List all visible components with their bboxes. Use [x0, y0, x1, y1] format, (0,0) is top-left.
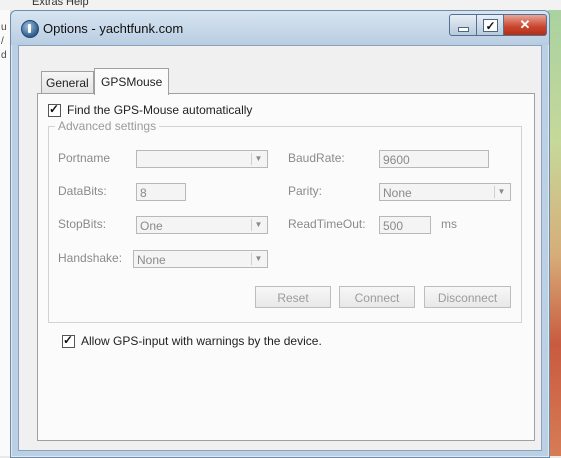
background-letter: /: [1, 36, 4, 47]
portname-label: Portname: [58, 151, 111, 165]
minimize-icon: [457, 26, 469, 32]
stopbits-value: One: [140, 219, 163, 233]
app-icon: [21, 20, 39, 38]
maximize-icon: [482, 18, 498, 33]
allow-warnings-checkbox[interactable]: Allow GPS-input with warnings by the dev…: [62, 333, 322, 348]
tab-general[interactable]: General: [41, 71, 94, 94]
databits-field[interactable]: 8: [136, 183, 186, 201]
stopbits-combobox[interactable]: One ▼: [136, 216, 268, 234]
tab-gpsmouse[interactable]: GPSMouse: [94, 68, 170, 95]
auto-find-label: Find the GPS-Mouse automatically: [67, 103, 253, 117]
close-icon: ✕: [519, 17, 531, 32]
disconnect-button[interactable]: Disconnect: [424, 286, 511, 308]
readtimeout-unit: ms: [441, 217, 457, 231]
reset-button[interactable]: Reset: [255, 286, 331, 308]
maximize-button[interactable]: [476, 14, 504, 36]
close-button[interactable]: ✕: [503, 14, 547, 36]
background-menubar: Extras Help: [0, 0, 561, 10]
background-menu-help[interactable]: Help: [66, 0, 89, 8]
advanced-settings-legend: Advanced settings: [55, 119, 160, 133]
checkbox-checked-icon: [62, 333, 75, 348]
chevron-down-icon[interactable]: ▼: [494, 186, 508, 198]
parity-label: Parity:: [288, 184, 323, 198]
parity-combobox[interactable]: None ▼: [379, 183, 511, 201]
options-window: Options - yachtfunk.com ✕ General GPSMou…: [10, 10, 550, 458]
background-letter: u: [1, 22, 7, 33]
readtimeout-label: ReadTimeOut:: [288, 217, 366, 231]
minimize-button[interactable]: [449, 14, 477, 36]
window-title: Options - yachtfunk.com: [43, 21, 184, 36]
gpsmouse-tab-panel: Find the GPS-Mouse automatically Advance…: [37, 93, 535, 441]
connect-button[interactable]: Connect: [339, 286, 415, 308]
allow-warnings-label: Allow GPS-input with warnings by the dev…: [81, 334, 322, 348]
auto-find-checkbox[interactable]: Find the GPS-Mouse automatically: [48, 102, 253, 117]
handshake-value: None: [137, 253, 166, 267]
advanced-settings-group: Advanced settings Portname ▼ BaudRate: 9…: [48, 119, 522, 323]
chevron-down-icon[interactable]: ▼: [251, 153, 265, 165]
portname-combobox[interactable]: ▼: [136, 150, 268, 168]
title-bar[interactable]: Options - yachtfunk.com ✕: [11, 11, 549, 45]
dialog-client-area: General GPSMouse Find the GPS-Mouse auto…: [18, 45, 542, 451]
chevron-down-icon[interactable]: ▼: [251, 219, 265, 231]
baudrate-label: BaudRate:: [288, 151, 345, 165]
readtimeout-field[interactable]: 500: [379, 216, 431, 234]
checkbox-checked-icon: [48, 102, 61, 117]
background-letter: d: [1, 50, 7, 61]
handshake-combobox[interactable]: None ▼: [133, 250, 268, 268]
stopbits-label: StopBits:: [58, 217, 107, 231]
databits-label: DataBits:: [58, 184, 107, 198]
parity-value: None: [383, 186, 412, 200]
background-menu-extras[interactable]: Extras: [32, 0, 63, 8]
handshake-label: Handshake:: [58, 251, 123, 265]
chevron-down-icon[interactable]: ▼: [251, 253, 265, 265]
baudrate-field[interactable]: 9600: [379, 150, 489, 168]
